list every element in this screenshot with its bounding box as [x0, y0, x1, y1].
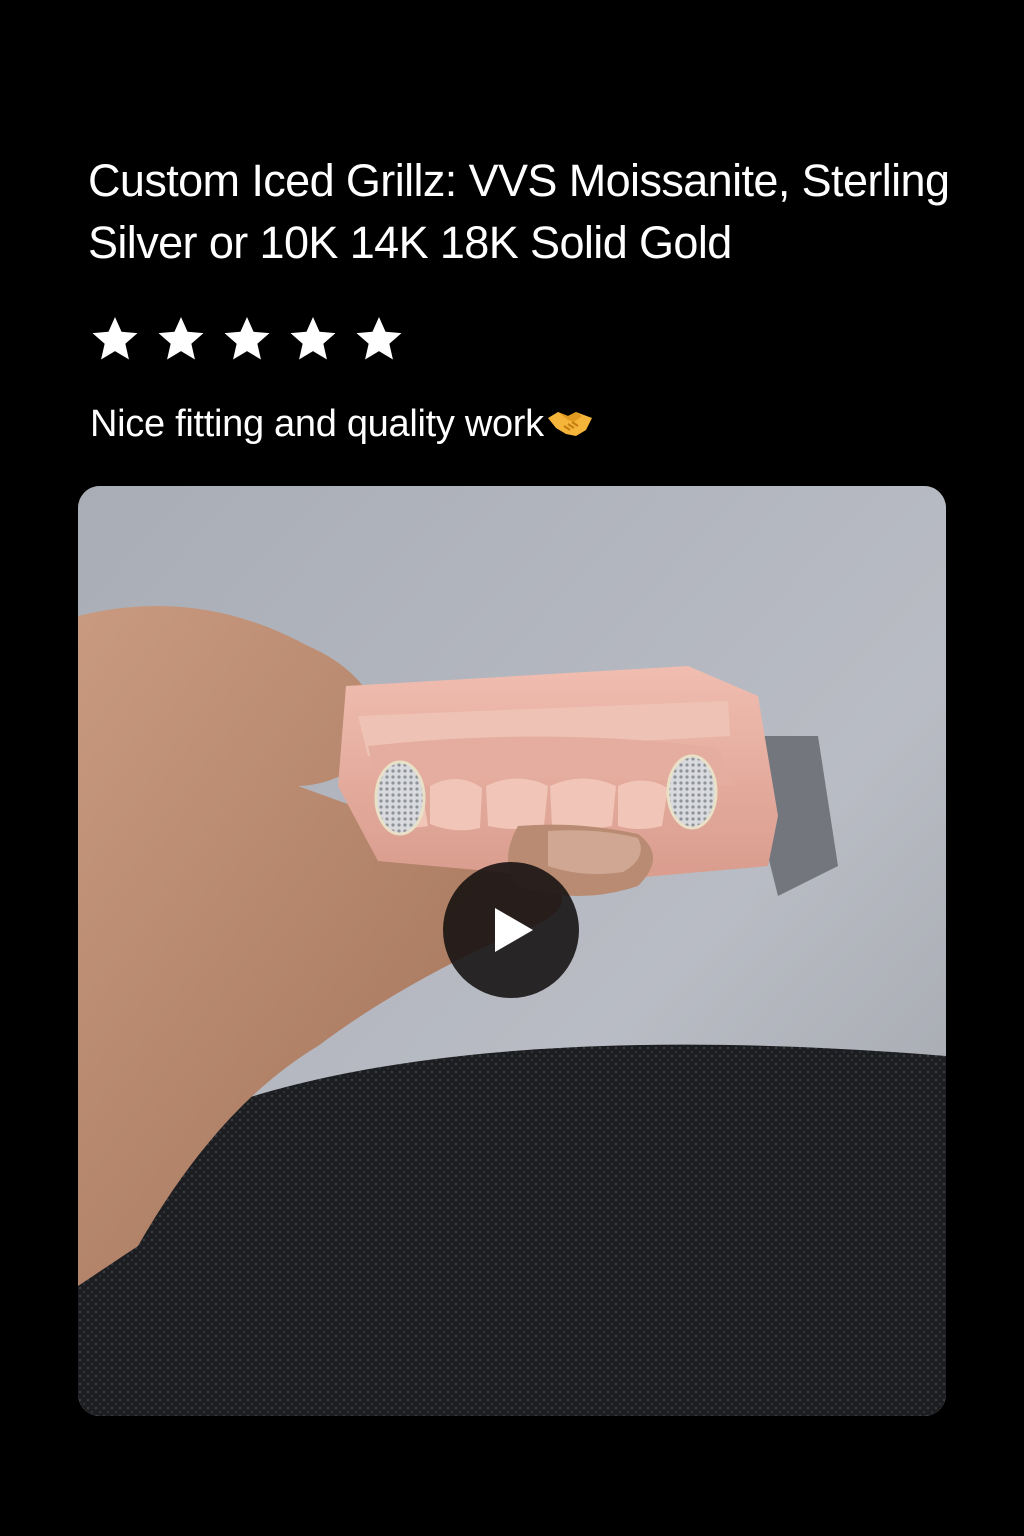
star-icon: [158, 316, 204, 360]
play-icon: [495, 908, 533, 952]
play-button[interactable]: [443, 862, 579, 998]
star-icon: [92, 316, 138, 360]
handshake-emoji-icon: [546, 402, 594, 456]
review-video[interactable]: [78, 486, 946, 1416]
star-icon: [290, 316, 336, 360]
product-title: Custom Iced Grillz: VVS Moissanite, Ster…: [88, 155, 950, 268]
review-text-row: Nice fitting and quality work: [90, 398, 594, 456]
star-rating: [88, 312, 406, 366]
star-icon: [356, 316, 402, 360]
review-text: Nice fitting and quality work: [90, 403, 544, 445]
star-icon: [224, 316, 270, 360]
